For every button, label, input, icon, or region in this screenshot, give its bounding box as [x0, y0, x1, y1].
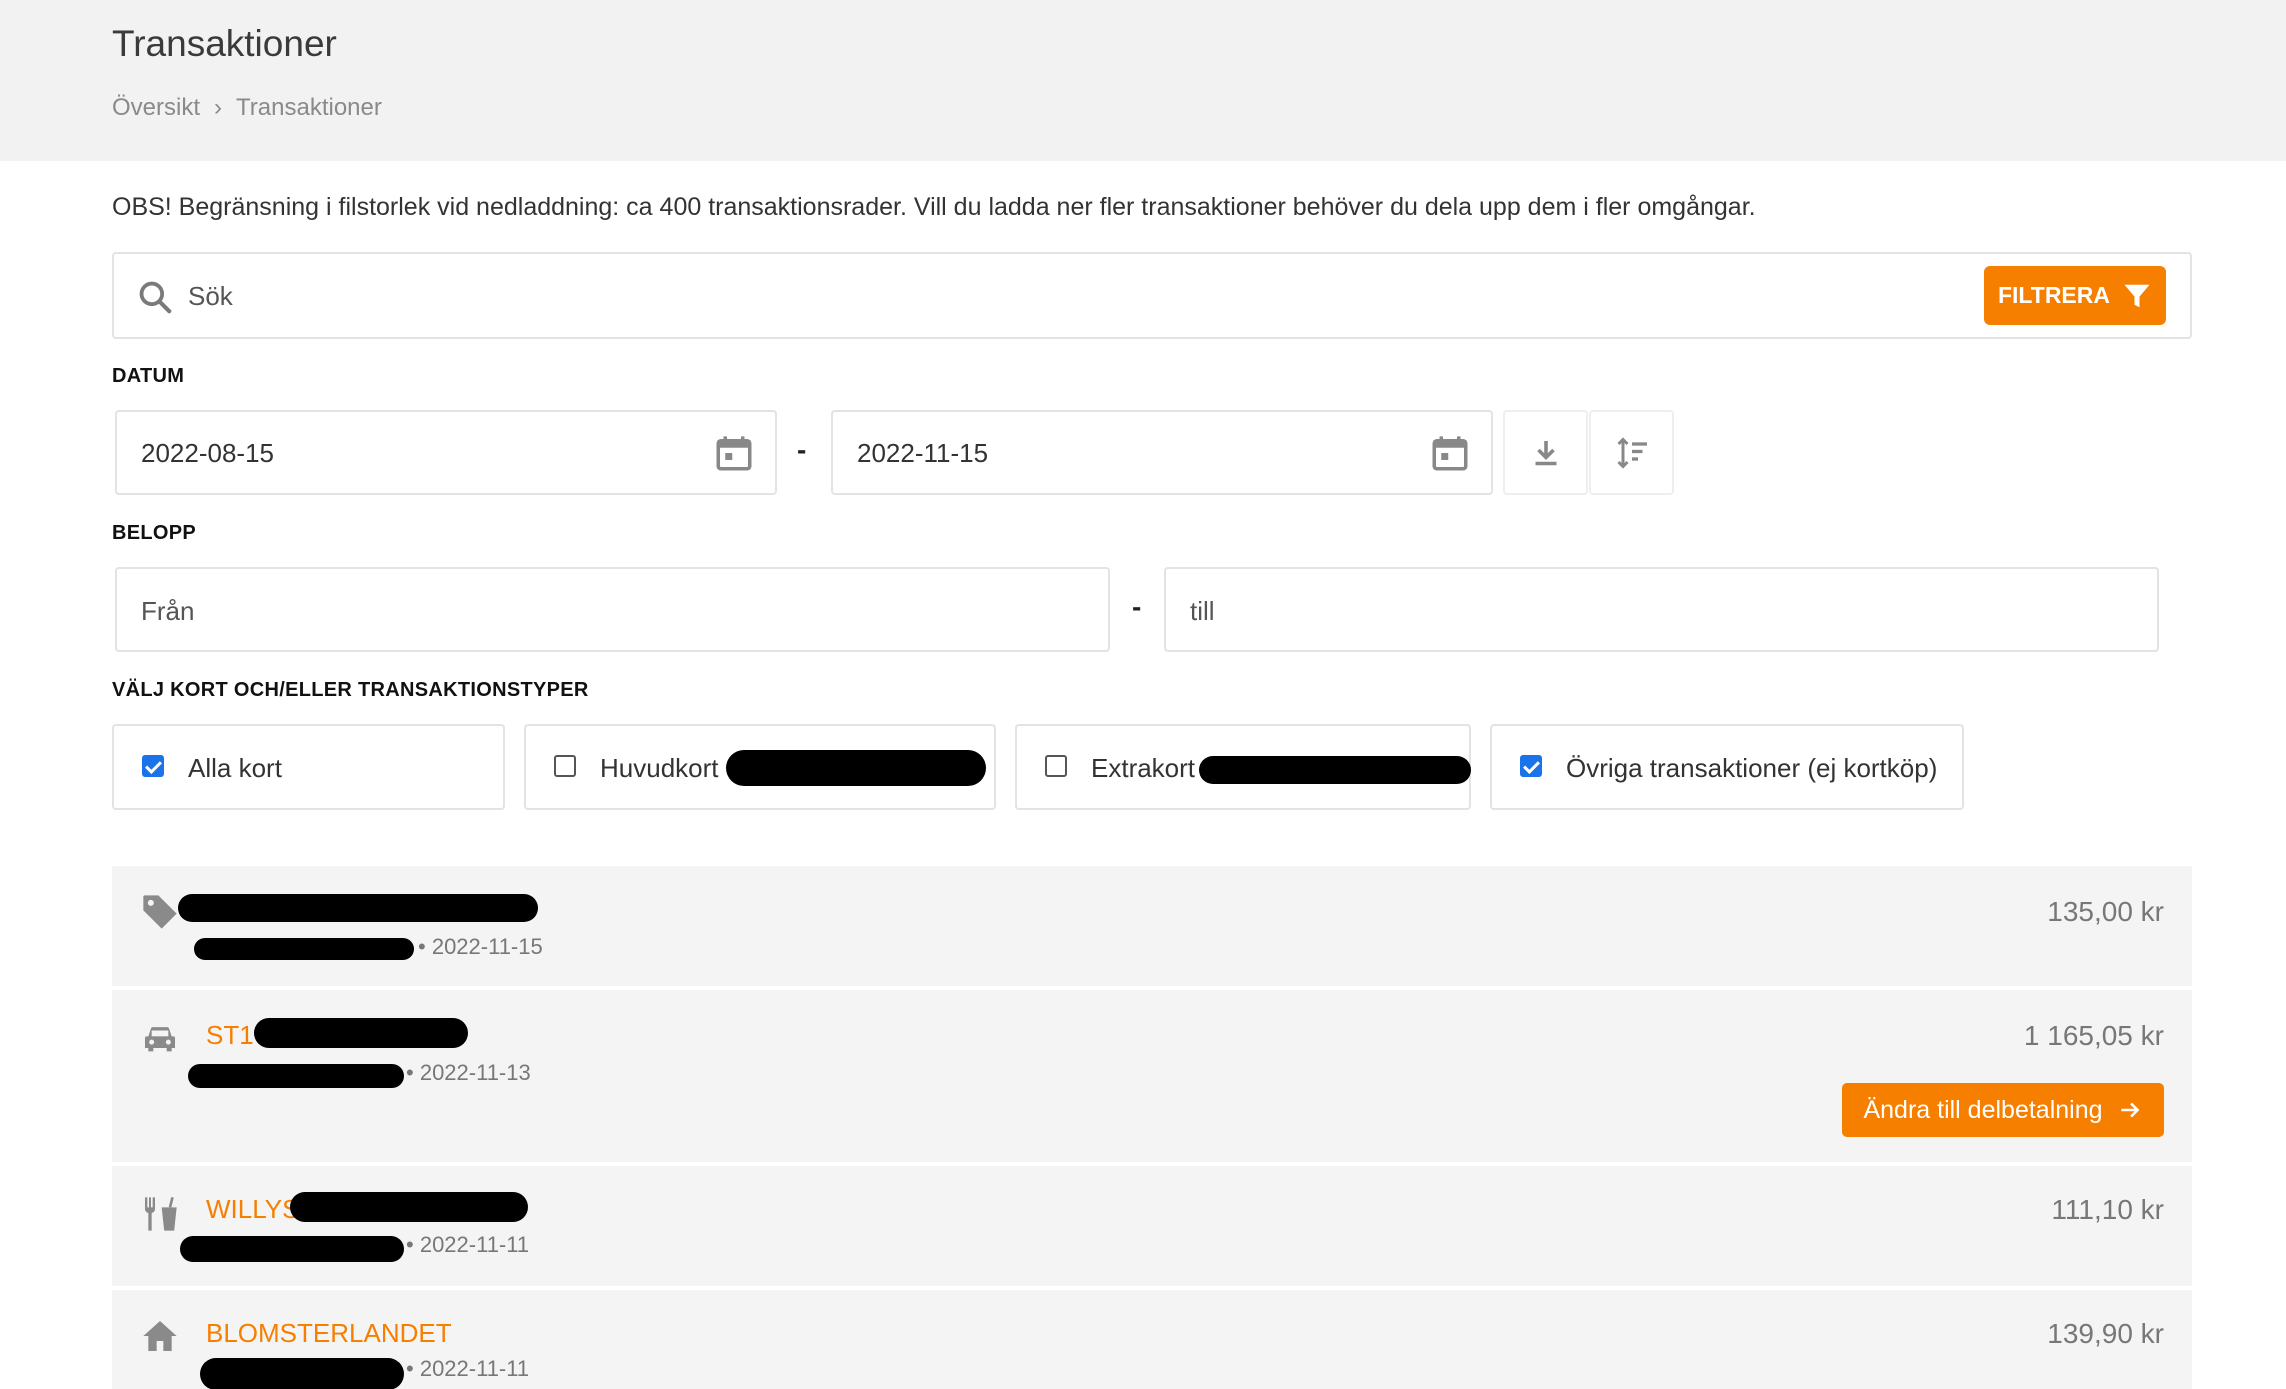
card-option-all[interactable]: Alla kort: [112, 724, 505, 810]
filter-button-label: FILTRERA: [1997, 282, 2110, 308]
breadcrumb-item-overview[interactable]: Översikt: [112, 94, 200, 121]
card-option-label: Huvudkort: [600, 753, 719, 783]
breadcrumb-separator: ›: [214, 94, 223, 121]
download-button[interactable]: [1503, 410, 1588, 495]
home-icon: [143, 1321, 177, 1351]
transaction-date: • 2022-11-11: [406, 1232, 530, 1257]
date-label: DATUM: [112, 365, 185, 387]
car-icon: [145, 1027, 175, 1052]
download-icon: [1535, 440, 1556, 465]
calendar-icon[interactable]: [713, 432, 755, 474]
transaction-row[interactable]: • 2022-11-15 135,00 kr: [112, 866, 2192, 986]
breadcrumb: Översikt › Transaktioner: [112, 92, 382, 124]
page-title: Transaktioner: [112, 23, 337, 64]
redaction-mark: [180, 1236, 404, 1262]
download-notice: OBS! Begränsning i filstorlek vid nedlad…: [112, 193, 1756, 221]
restaurant-icon: [145, 1197, 177, 1231]
transaction-list: • 2022-11-15 135,00 kr ST1 • 2022-11-13 …: [112, 866, 2192, 1389]
page-header: Transaktioner Översikt › Transaktioner: [0, 0, 2286, 161]
redaction-mark: [200, 1358, 404, 1389]
checkbox-main-card[interactable]: [554, 755, 576, 777]
card-option-label: Extrakort: [1091, 753, 1196, 783]
search-bar: FILTRERA: [112, 252, 2192, 339]
redaction-mark: [194, 938, 414, 960]
filter-button[interactable]: FILTRERA: [1984, 266, 2166, 325]
transaction-date: • 2022-11-11: [406, 1356, 530, 1381]
calendar-icon[interactable]: [1429, 432, 1471, 474]
breadcrumb-item-transactions: Transaktioner: [236, 94, 382, 121]
sort-icon: [1616, 436, 1647, 469]
checkbox-other-transactions[interactable]: [1520, 755, 1542, 777]
transaction-date: • 2022-11-15: [418, 934, 543, 959]
transaction-row[interactable]: WILLYS • 2022-11-11 111,10 kr: [112, 1166, 2192, 1286]
card-option-label: Övriga transaktioner (ej kortköp): [1566, 753, 1938, 783]
date-to-value: 2022-11-15: [857, 438, 989, 468]
card-option-label: Alla kort: [188, 753, 282, 783]
checkbox-extra-card[interactable]: [1045, 755, 1067, 777]
card-option-main[interactable]: Huvudkort: [524, 724, 996, 810]
redaction-mark: [290, 1192, 528, 1222]
funnel-icon: [2124, 284, 2150, 307]
redaction-mark: [1199, 756, 1471, 784]
transaction-amount: 139,90 kr: [2047, 1318, 2164, 1349]
date-from-field[interactable]: 2022-08-15: [115, 410, 777, 495]
transaction-merchant[interactable]: WILLYS: [206, 1194, 299, 1225]
amount-label: BELOPP: [112, 522, 197, 544]
card-option-extra[interactable]: Extrakort: [1015, 724, 1471, 810]
date-from-value: 2022-08-15: [141, 438, 274, 468]
search-icon: [139, 281, 172, 314]
card-option-other[interactable]: Övriga transaktioner (ej kortköp): [1490, 724, 1964, 810]
transaction-amount: 1 165,05 kr: [2023, 1020, 2164, 1051]
date-separator: -: [797, 434, 807, 465]
checkbox-all-cards[interactable]: [142, 755, 164, 777]
amount-from-input[interactable]: [141, 583, 1071, 639]
amount-from-field: [115, 567, 1110, 652]
arrow-right-icon: [2120, 1102, 2139, 1118]
transaction-row[interactable]: ST1 • 2022-11-13 1 165,05 kr Ändra till …: [112, 990, 2192, 1162]
transaction-amount: 135,00 kr: [2047, 896, 2164, 927]
amount-to-field: [1164, 567, 2159, 652]
card-types-label: VÄLJ KORT OCH/ELLER TRANSAKTIONSTYPER: [112, 679, 589, 701]
transaction-row[interactable]: BLOMSTERLANDET • 2022-11-11 139,90 kr: [112, 1290, 2192, 1389]
amount-to-input[interactable]: [1190, 583, 2120, 639]
transaction-date: • 2022-11-13: [406, 1060, 531, 1085]
transaction-amount: 111,10 kr: [2051, 1194, 2164, 1225]
date-to-field[interactable]: 2022-11-15: [831, 410, 1493, 495]
transaction-merchant[interactable]: BLOMSTERLANDET: [206, 1318, 452, 1349]
sort-button[interactable]: [1589, 410, 1674, 495]
search-input[interactable]: [188, 270, 1988, 322]
transaction-merchant[interactable]: ST1: [206, 1020, 254, 1051]
amount-separator: -: [1132, 591, 1142, 622]
redaction-mark: [188, 1064, 404, 1088]
redaction-mark: [726, 750, 986, 786]
change-to-installment-button[interactable]: Ändra till delbetalning: [1842, 1083, 2164, 1137]
tag-icon: [143, 895, 177, 929]
redaction-mark: [178, 894, 538, 922]
installment-button-label: Ändra till delbetalning: [1863, 1095, 2103, 1124]
redaction-mark: [254, 1018, 468, 1048]
